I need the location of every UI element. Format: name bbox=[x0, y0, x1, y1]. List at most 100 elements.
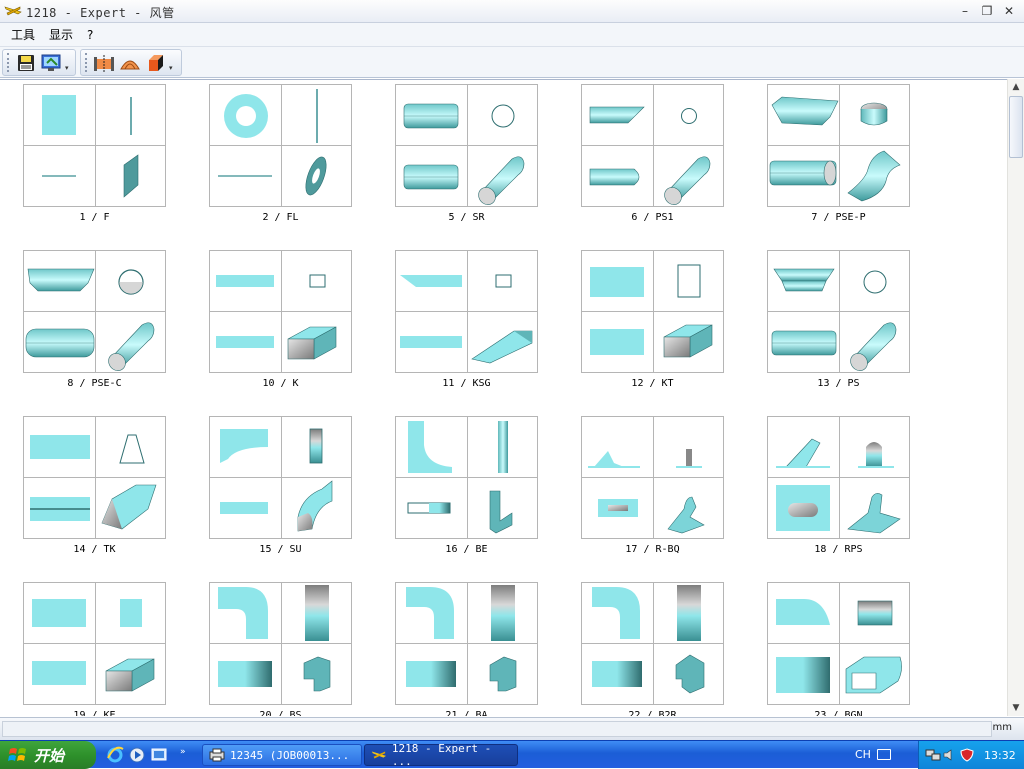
part-tile-sr[interactable]: 5 / SR bbox=[395, 84, 538, 231]
part-preview[interactable] bbox=[23, 416, 166, 539]
part-label: 11 / KSG bbox=[442, 378, 491, 389]
quicklaunch-overflow-icon[interactable]: » bbox=[180, 747, 186, 757]
part-label: 10 / K bbox=[262, 378, 299, 389]
network-icon[interactable] bbox=[925, 748, 941, 762]
toolbar-group-file: ▾ bbox=[2, 49, 76, 76]
part-tile-tk[interactable]: 14 / TK bbox=[23, 416, 166, 563]
part-tile-rbq[interactable]: 17 / R-BQ bbox=[581, 416, 724, 563]
part-tile-b2r[interactable]: 22 / B2R bbox=[581, 582, 724, 716]
status-bar: mm bbox=[0, 717, 1024, 740]
part-preview[interactable] bbox=[581, 582, 724, 705]
media-player-icon[interactable] bbox=[128, 746, 146, 764]
part-preview[interactable] bbox=[209, 84, 352, 207]
start-button[interactable]: 开始 bbox=[0, 741, 96, 769]
security-shield-icon[interactable] bbox=[960, 748, 974, 762]
menu-help[interactable]: ? bbox=[80, 28, 100, 42]
grid-divider bbox=[396, 311, 537, 312]
grid-divider bbox=[396, 643, 537, 644]
part-catalog-grid: 1 / F 2 / FL 5 / SR 6 / PS1 7 / PSE-P 8 … bbox=[0, 79, 1007, 716]
part-preview[interactable] bbox=[209, 250, 352, 373]
minimize-button[interactable]: – bbox=[954, 2, 976, 20]
part-tile-psec[interactable]: 8 / PSE-C bbox=[23, 250, 166, 397]
part-preview[interactable] bbox=[23, 582, 166, 705]
grid-divider bbox=[24, 477, 165, 478]
status-panel bbox=[2, 721, 992, 737]
title-bar: 1218 - Expert - 风管 – ❐ ✕ bbox=[0, 0, 1024, 23]
part-preview[interactable] bbox=[209, 582, 352, 705]
grid-divider bbox=[768, 145, 909, 146]
part-preview[interactable] bbox=[395, 84, 538, 207]
flange-button[interactable] bbox=[91, 51, 117, 75]
part-preview[interactable] bbox=[23, 84, 166, 207]
toolbar-overflow-chevron-icon[interactable]: ▾ bbox=[169, 51, 177, 75]
save-button[interactable] bbox=[13, 51, 39, 75]
keyboard-icon[interactable] bbox=[877, 749, 891, 760]
volume-icon[interactable] bbox=[943, 748, 957, 762]
grid-divider bbox=[396, 477, 537, 478]
quick-launch bbox=[106, 746, 172, 764]
grid-divider bbox=[582, 643, 723, 644]
part-preview[interactable] bbox=[395, 250, 538, 373]
restore-button[interactable]: ❐ bbox=[976, 2, 998, 20]
close-button[interactable]: ✕ bbox=[998, 2, 1020, 20]
grid-divider bbox=[582, 145, 723, 146]
part-preview[interactable] bbox=[767, 250, 910, 373]
grid-divider bbox=[210, 311, 351, 312]
part-tile-ke[interactable]: 19 / KE bbox=[23, 582, 166, 716]
grid-divider bbox=[210, 643, 351, 644]
toolbar-overflow-chevron-icon[interactable]: ▾ bbox=[65, 51, 73, 75]
menu-view[interactable]: 显示 bbox=[42, 26, 80, 43]
scroll-down-icon[interactable]: ▼ bbox=[1008, 700, 1024, 716]
taskbar-item-job[interactable]: 12345 (JOB00013... bbox=[202, 744, 362, 766]
vertical-scrollbar[interactable]: ▲ ▼ bbox=[1007, 79, 1024, 716]
preview-button[interactable] bbox=[39, 51, 65, 75]
shell-button[interactable] bbox=[117, 51, 143, 75]
taskbar-item-expert[interactable]: 1218 - Expert - ... bbox=[364, 742, 518, 768]
part-preview[interactable] bbox=[767, 416, 910, 539]
part-tile-fl[interactable]: 2 / FL bbox=[209, 84, 352, 231]
taskbar-item-label: 1218 - Expert - ... bbox=[391, 742, 492, 768]
part-label: 2 / FL bbox=[262, 212, 299, 223]
part-preview[interactable] bbox=[209, 416, 352, 539]
part-label: 20 / BS bbox=[259, 710, 302, 716]
grid-divider bbox=[210, 145, 351, 146]
grid-divider bbox=[396, 145, 537, 146]
part-tile-f[interactable]: 1 / F bbox=[23, 84, 166, 231]
part-tile-psep[interactable]: 7 / PSE-P bbox=[767, 84, 910, 231]
part-preview[interactable] bbox=[23, 250, 166, 373]
part-tile-k[interactable]: 10 / K bbox=[209, 250, 352, 397]
menu-tools[interactable]: 工具 bbox=[4, 26, 42, 43]
grid-divider bbox=[582, 477, 723, 478]
part-label: 18 / RPS bbox=[814, 544, 863, 555]
part-tile-be[interactable]: 16 / BE bbox=[395, 416, 538, 563]
toolbar-grip[interactable] bbox=[85, 53, 88, 72]
part-preview[interactable] bbox=[767, 84, 910, 207]
internet-explorer-icon[interactable] bbox=[106, 746, 124, 764]
toolbar-group-parts: ▾ bbox=[80, 49, 182, 76]
part-tile-ksg[interactable]: 11 / KSG bbox=[395, 250, 538, 397]
part-tile-rps[interactable]: 18 / RPS bbox=[767, 416, 910, 563]
part-preview[interactable] bbox=[767, 582, 910, 705]
ime-indicator[interactable]: CH bbox=[855, 748, 871, 761]
show-desktop-icon[interactable] bbox=[150, 746, 168, 764]
scroll-up-icon[interactable]: ▲ bbox=[1008, 79, 1024, 95]
app-logo-icon bbox=[371, 751, 387, 759]
unit-indicator: mm bbox=[992, 722, 1012, 733]
part-tile-ba[interactable]: 21 / BA bbox=[395, 582, 538, 716]
part-preview[interactable] bbox=[395, 582, 538, 705]
part-tile-bs[interactable]: 20 / BS bbox=[209, 582, 352, 716]
part-label: 17 / R-BQ bbox=[625, 544, 680, 555]
part-preview[interactable] bbox=[395, 416, 538, 539]
part-tile-su[interactable]: 15 / SU bbox=[209, 416, 352, 563]
scroll-thumb[interactable] bbox=[1009, 96, 1023, 158]
part-tile-bgn[interactable]: 23 / BGN bbox=[767, 582, 910, 716]
toolbar-grip[interactable] bbox=[7, 53, 10, 72]
part-preview[interactable] bbox=[581, 250, 724, 373]
clock[interactable]: 13:32 bbox=[984, 749, 1016, 762]
part-tile-ps[interactable]: 13 / PS bbox=[767, 250, 910, 397]
part-tile-ps1[interactable]: 6 / PS1 bbox=[581, 84, 724, 231]
part-tile-kt[interactable]: 12 / KT bbox=[581, 250, 724, 397]
part-preview[interactable] bbox=[581, 416, 724, 539]
box-button[interactable] bbox=[143, 51, 169, 75]
part-preview[interactable] bbox=[581, 84, 724, 207]
